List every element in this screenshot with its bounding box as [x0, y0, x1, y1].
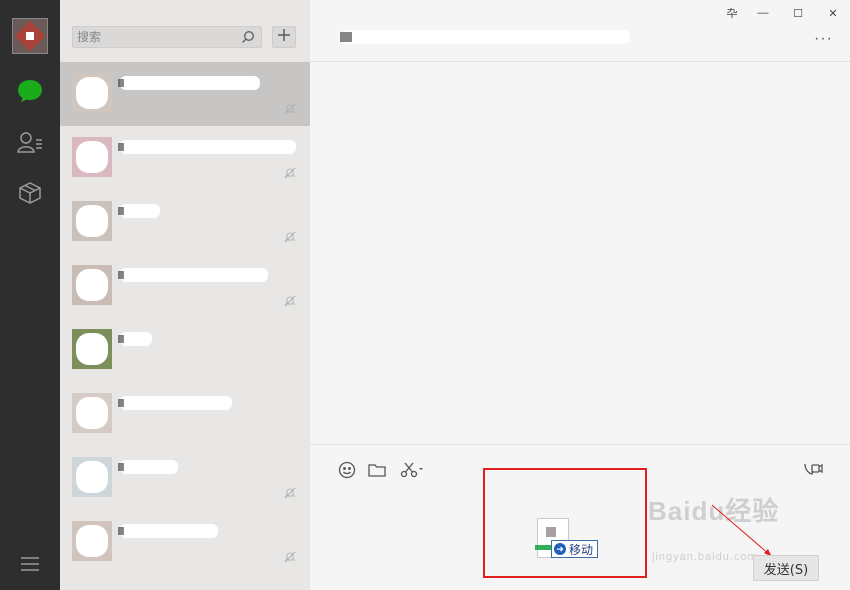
pin-button[interactable]: 卆: [722, 4, 742, 22]
arrow-right-icon: ➜: [554, 543, 566, 555]
message-composer[interactable]: ➜ 移动 Baidu经验 jingyan.baidu.com 发送(S): [310, 444, 850, 590]
favorites-icon[interactable]: [15, 178, 45, 208]
emoji-icon[interactable]: [336, 459, 358, 481]
user-avatar[interactable]: [12, 18, 48, 54]
contact-avatar: [72, 265, 112, 305]
folder-icon[interactable]: [366, 459, 388, 481]
chat-name: [118, 268, 268, 282]
message-area: [310, 62, 850, 444]
mute-bell-icon: [284, 486, 296, 504]
menu-icon[interactable]: [15, 549, 45, 579]
mute-bell-icon: [284, 166, 296, 184]
screenshot-scissors-icon[interactable]: [398, 459, 428, 481]
chat-name: [118, 396, 232, 410]
plus-icon: [277, 28, 291, 47]
search-box[interactable]: [72, 26, 262, 48]
chat-list-item[interactable]: [60, 254, 310, 318]
search-icon: [241, 30, 255, 49]
contact-avatar: [72, 329, 112, 369]
chat-name: [118, 460, 178, 474]
chat-list-item[interactable]: [60, 318, 310, 382]
drag-move-label: 移动: [569, 542, 594, 557]
nav-rail: [0, 0, 60, 590]
annotation-arrow: [711, 504, 772, 557]
mute-bell-icon: [284, 550, 296, 568]
contact-avatar: [72, 521, 112, 561]
video-call-icon[interactable]: [802, 459, 824, 481]
minimize-button[interactable]: —: [753, 4, 773, 22]
contact-avatar: [72, 201, 112, 241]
mute-bell-icon: [284, 230, 296, 248]
mute-bell-icon: [284, 294, 296, 312]
chat-name: [118, 204, 160, 218]
more-options-button[interactable]: ···: [814, 30, 833, 48]
add-chat-button[interactable]: [272, 26, 296, 48]
chat-icon[interactable]: [15, 76, 45, 106]
drag-highlight-box: ➜ 移动: [483, 468, 647, 578]
drag-move-tooltip: ➜ 移动: [551, 540, 599, 558]
contact-avatar: [72, 457, 112, 497]
chat-list-panel: [60, 0, 310, 590]
chat-name: [118, 140, 296, 154]
conversation-title: [340, 30, 630, 44]
chat-list-item[interactable]: [60, 190, 310, 254]
close-button[interactable]: ✕: [823, 4, 843, 22]
chat-list-item[interactable]: [60, 446, 310, 510]
mute-bell-icon: [284, 102, 296, 120]
contact-avatar: [72, 137, 112, 177]
chat-name: [118, 76, 260, 90]
contact-avatar: [72, 73, 112, 113]
chat-list-item[interactable]: [60, 510, 310, 574]
send-button[interactable]: 发送(S): [753, 555, 819, 581]
conversation-header: 卆 — ☐ ✕ ···: [310, 0, 850, 62]
search-input[interactable]: [73, 27, 233, 47]
chat-list-item[interactable]: [60, 126, 310, 190]
contact-avatar: [72, 393, 112, 433]
conversation-pane: 卆 — ☐ ✕ ··· ➜ 移动 Baidu经验 jingyan.baidu.c…: [310, 0, 850, 590]
chat-name: [118, 524, 218, 538]
chat-list-item[interactable]: [60, 382, 310, 446]
dragged-file-caption: [545, 570, 559, 578]
maximize-button[interactable]: ☐: [788, 4, 808, 22]
chat-list-item[interactable]: [60, 62, 310, 126]
chat-name: [118, 332, 152, 346]
contacts-icon[interactable]: [15, 127, 45, 157]
